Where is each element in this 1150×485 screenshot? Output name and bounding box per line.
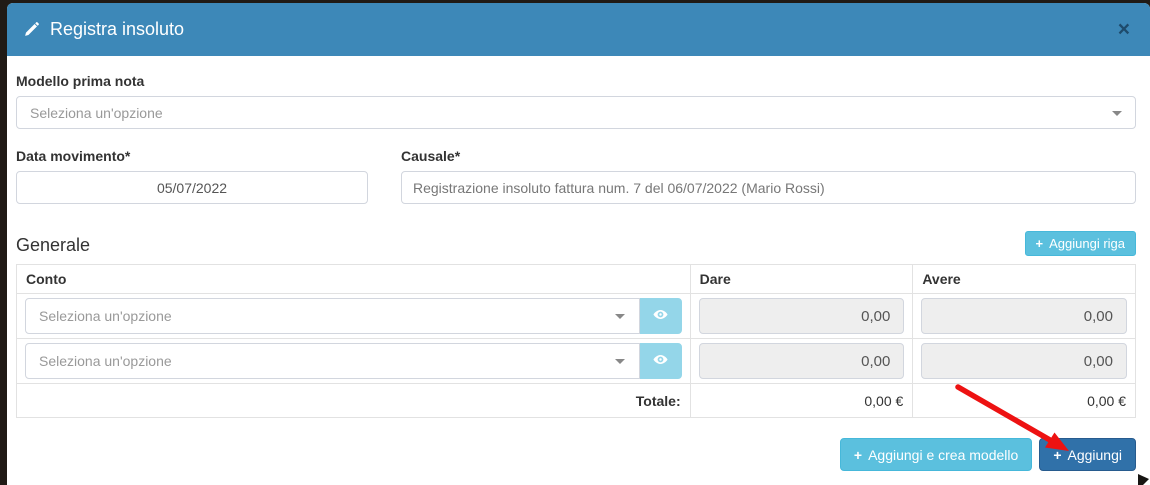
dialog-footer: + Aggiungi e crea modello + Aggiungi bbox=[16, 438, 1136, 471]
dare-input bbox=[699, 343, 905, 379]
total-label: Totale: bbox=[17, 384, 691, 418]
caret-down-icon bbox=[1112, 111, 1122, 116]
modello-label: Modello prima nota bbox=[16, 73, 1136, 89]
date-causale-row: Data movimento* Causale* bbox=[16, 148, 1136, 204]
plus-icon: + bbox=[1053, 447, 1061, 463]
column-header-conto: Conto bbox=[17, 265, 691, 294]
modello-select-placeholder: Seleziona un'opzione bbox=[30, 105, 163, 121]
dialog-title: Registra insoluto bbox=[23, 19, 184, 40]
avere-cell bbox=[913, 339, 1136, 384]
add-and-create-model-label: Aggiungi e crea modello bbox=[868, 447, 1018, 463]
causale-input[interactable] bbox=[401, 171, 1136, 204]
plus-icon: + bbox=[854, 447, 862, 463]
add-button-label: Aggiungi bbox=[1068, 447, 1123, 463]
data-movimento-input[interactable] bbox=[16, 171, 368, 204]
data-movimento-group: Data movimento* bbox=[16, 148, 368, 204]
table-row: Seleziona un'opzione bbox=[17, 294, 1136, 339]
table-header-row: Conto Dare Avere bbox=[17, 265, 1136, 294]
eye-button[interactable] bbox=[640, 298, 682, 334]
registra-insoluto-dialog: Registra insoluto × Modello prima nota S… bbox=[7, 3, 1150, 485]
column-header-avere: Avere bbox=[913, 265, 1136, 294]
eye-icon bbox=[653, 307, 668, 325]
conto-select-placeholder: Seleziona un'opzione bbox=[39, 308, 172, 324]
caret-down-icon bbox=[615, 314, 625, 319]
eye-icon bbox=[653, 352, 668, 370]
generale-heading: Generale bbox=[16, 235, 90, 256]
avere-cell bbox=[913, 294, 1136, 339]
table-row: Seleziona un'opzione bbox=[17, 339, 1136, 384]
causale-label: Causale* bbox=[401, 148, 1136, 164]
causale-group: Causale* bbox=[401, 148, 1136, 204]
plus-icon: + bbox=[1036, 236, 1044, 251]
prima-nota-table: Conto Dare Avere Seleziona un'opzione bbox=[16, 264, 1136, 418]
generale-header-row: Generale + Aggiungi riga bbox=[16, 231, 1136, 256]
data-movimento-label: Data movimento* bbox=[16, 148, 368, 164]
total-dare: 0,00 € bbox=[690, 384, 913, 418]
add-button[interactable]: + Aggiungi bbox=[1039, 438, 1136, 471]
conto-select[interactable]: Seleziona un'opzione bbox=[25, 343, 640, 379]
conto-select[interactable]: Seleziona un'opzione bbox=[25, 298, 640, 334]
caret-down-icon bbox=[615, 359, 625, 364]
conto-cell: Seleziona un'opzione bbox=[17, 294, 691, 339]
close-icon[interactable]: × bbox=[1114, 17, 1134, 42]
dare-cell bbox=[690, 339, 913, 384]
add-row-button[interactable]: + Aggiungi riga bbox=[1025, 231, 1136, 256]
modello-select[interactable]: Seleziona un'opzione bbox=[16, 96, 1136, 129]
page-background: { "modal": { "title": "Registra insoluto… bbox=[0, 0, 1150, 485]
avere-input bbox=[921, 343, 1127, 379]
total-row: Totale: 0,00 € 0,00 € bbox=[17, 384, 1136, 418]
dialog-title-text: Registra insoluto bbox=[50, 19, 184, 40]
dialog-body: Modello prima nota Seleziona un'opzione … bbox=[7, 56, 1150, 471]
eye-button[interactable] bbox=[640, 343, 682, 379]
total-avere: 0,00 € bbox=[913, 384, 1136, 418]
avere-input bbox=[921, 298, 1127, 334]
dialog-header: Registra insoluto × bbox=[7, 3, 1150, 56]
add-row-button-label: Aggiungi riga bbox=[1049, 236, 1125, 251]
pencil-icon bbox=[23, 21, 40, 38]
dare-input bbox=[699, 298, 905, 334]
modello-field-group: Modello prima nota Seleziona un'opzione bbox=[16, 73, 1136, 129]
conto-cell: Seleziona un'opzione bbox=[17, 339, 691, 384]
add-and-create-model-button[interactable]: + Aggiungi e crea modello bbox=[840, 438, 1032, 471]
column-header-dare: Dare bbox=[690, 265, 913, 294]
dare-cell bbox=[690, 294, 913, 339]
conto-select-placeholder: Seleziona un'opzione bbox=[39, 353, 172, 369]
